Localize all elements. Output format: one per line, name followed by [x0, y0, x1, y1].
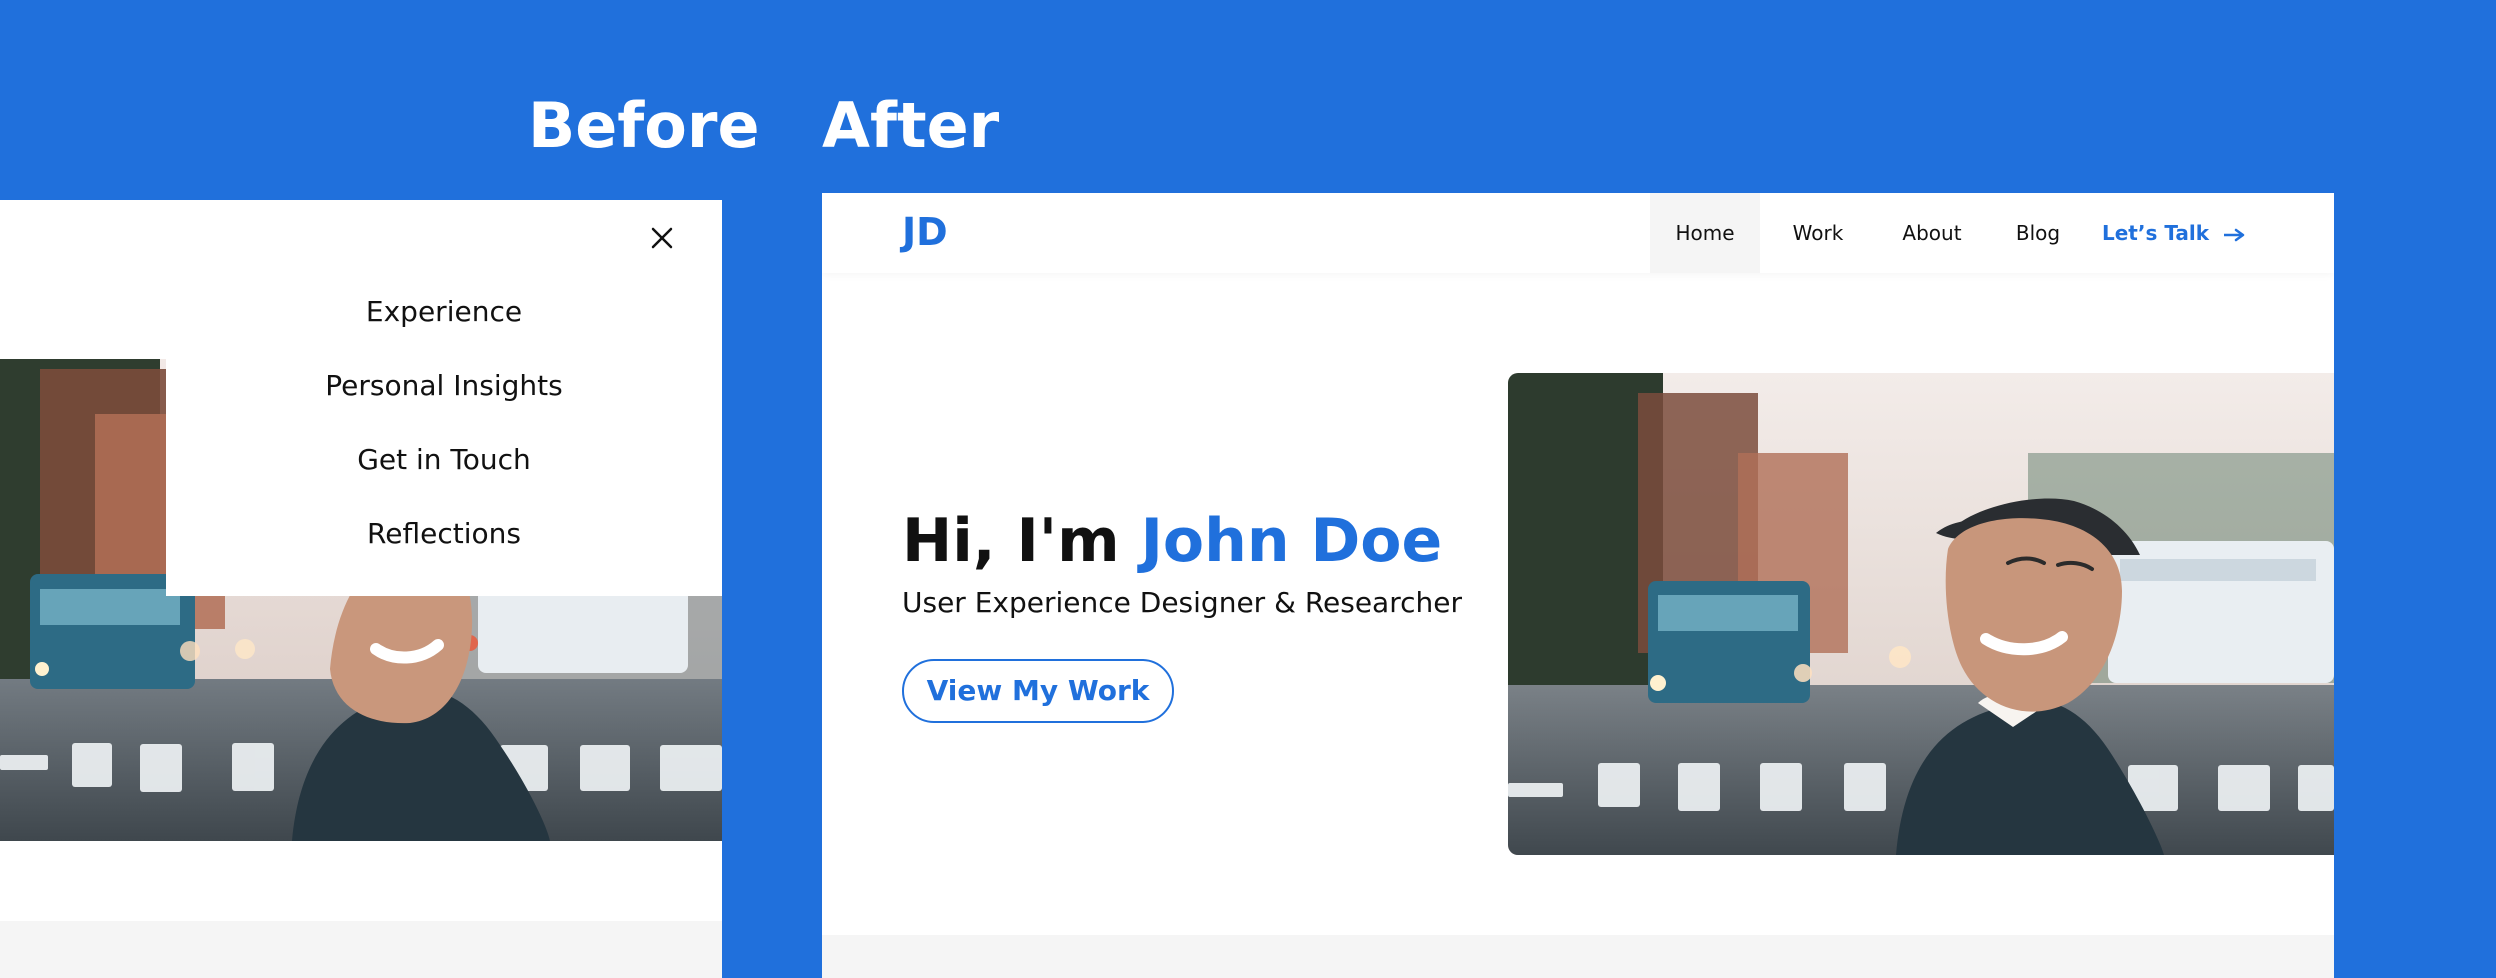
before-label: Before	[528, 89, 760, 162]
nav-lets-talk[interactable]: Let’s Talk	[2102, 193, 2262, 273]
hero-title: Hi, I'm John Doe	[902, 501, 1442, 581]
nav-blog[interactable]: Blog	[1988, 193, 2088, 273]
view-my-work-button[interactable]: View My Work	[902, 659, 1174, 723]
site-logo[interactable]: JD	[902, 207, 948, 257]
before-footer-band	[0, 921, 722, 978]
nav-blog-label: Blog	[2015, 221, 2061, 245]
after-label: After	[822, 89, 1000, 162]
nav-about-label: About	[1902, 221, 1962, 245]
nav-work-label: Work	[1792, 221, 1844, 245]
after-hero-photo	[1508, 373, 2334, 855]
menu-item-personal-insights[interactable]: Personal Insights	[0, 366, 722, 406]
hero-name: John Doe	[1140, 506, 1443, 576]
site-header: JD Home Work About Blog Let’s Talk	[822, 193, 2334, 273]
nav-lets-talk-label: Let’s Talk	[2102, 221, 2210, 245]
nav-home[interactable]: Home	[1650, 193, 1760, 273]
close-icon[interactable]	[646, 222, 678, 254]
before-panel: Experience Personal Insights Get in Touc…	[0, 200, 722, 978]
menu-item-get-in-touch[interactable]: Get in Touch	[0, 440, 722, 480]
hero-subtitle: User Experience Designer & Researcher	[902, 586, 1462, 619]
arrow-right-icon	[2224, 228, 2246, 242]
after-panel: JD Home Work About Blog Let’s Talk Hi, I…	[822, 193, 2334, 978]
nav-work[interactable]: Work	[1768, 193, 1868, 273]
after-footer-band	[822, 935, 2334, 978]
menu-item-reflections[interactable]: Reflections	[0, 514, 722, 554]
nav-about[interactable]: About	[1882, 193, 1982, 273]
nav-home-label: Home	[1675, 221, 1735, 245]
hero-greeting: Hi, I'm	[902, 506, 1141, 576]
menu-item-experience[interactable]: Experience	[0, 292, 722, 332]
